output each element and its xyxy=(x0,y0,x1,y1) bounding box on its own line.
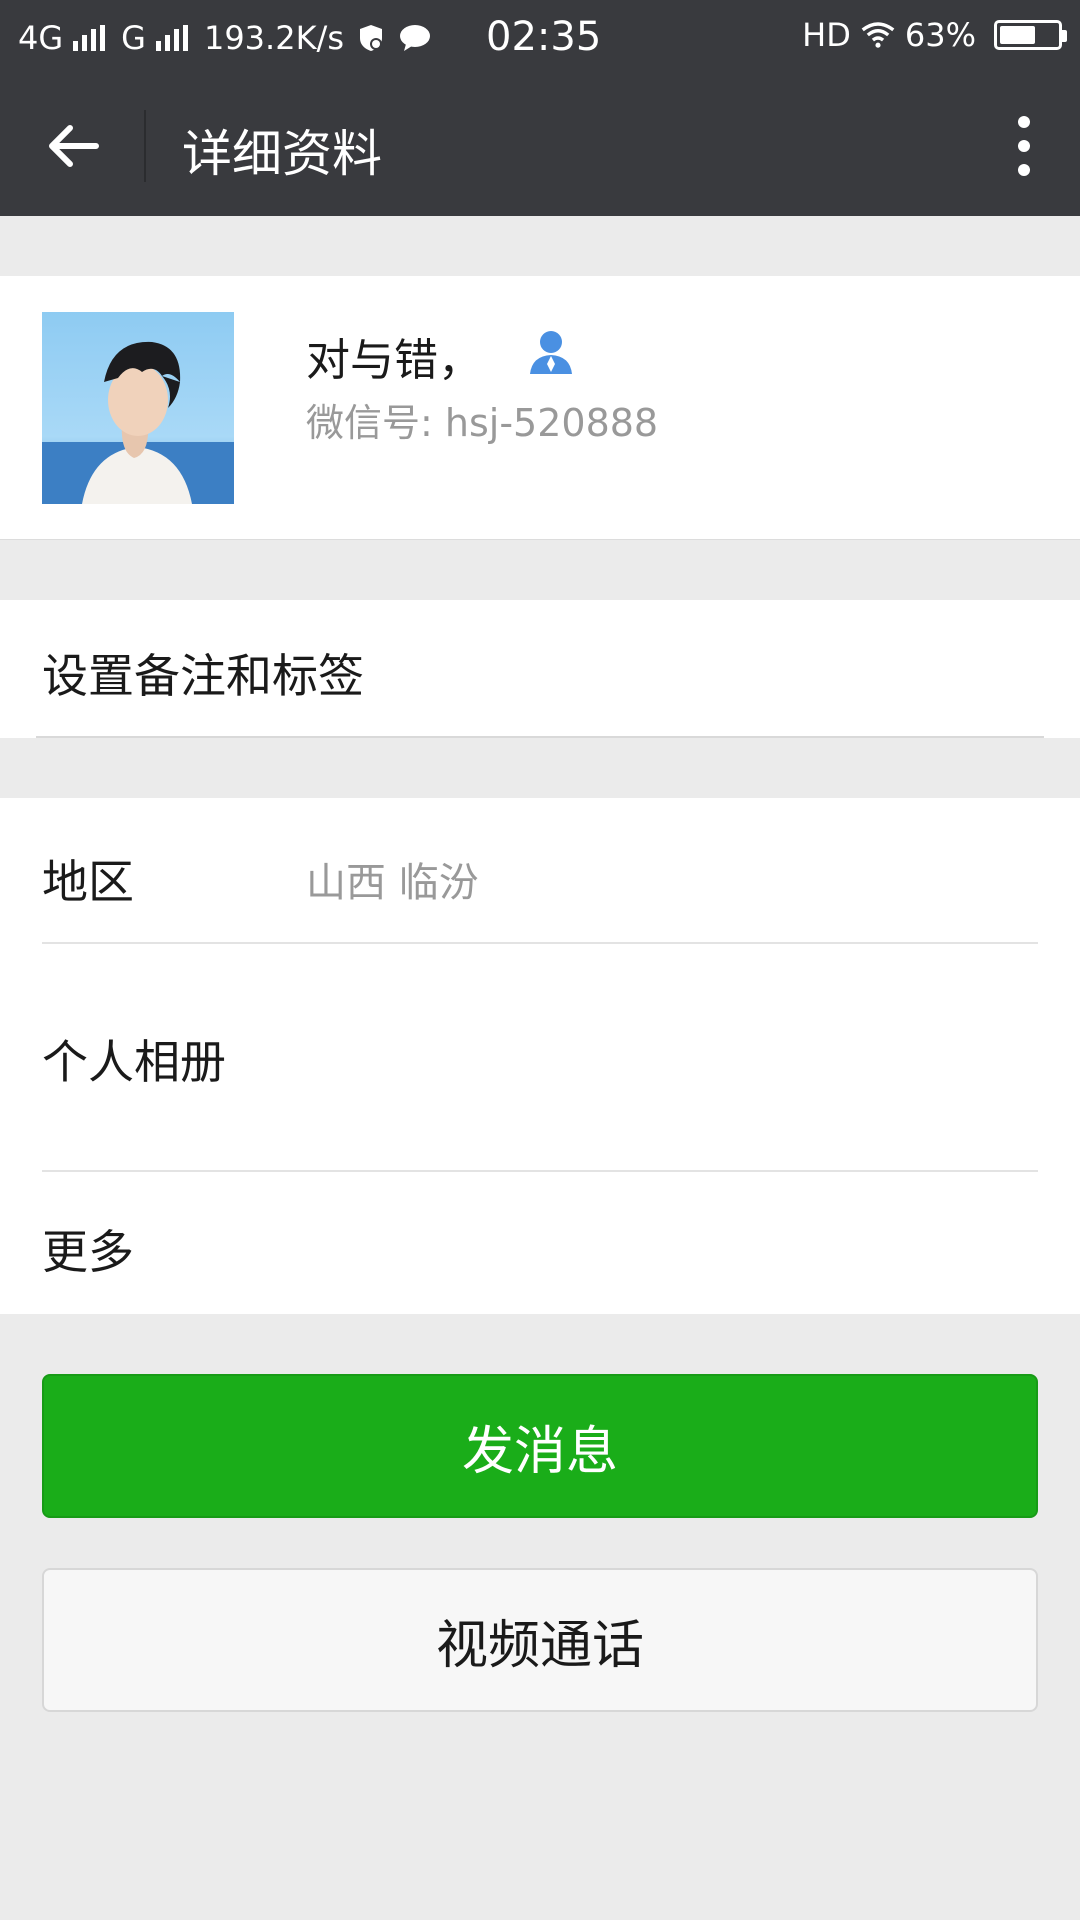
set-remark-and-tags-row[interactable]: 设置备注和标签 xyxy=(0,600,1080,738)
more-row[interactable]: 更多 xyxy=(0,1172,1080,1314)
battery-percent: 63% xyxy=(904,16,976,54)
status-time: 02:35 xyxy=(486,14,602,60)
more-options-button[interactable] xyxy=(996,106,1052,186)
more-label: 更多 xyxy=(42,1225,134,1279)
profile-name: 对与错， xyxy=(306,335,482,386)
signal-icon-2 xyxy=(155,25,188,51)
status-bar: 4G G 193.2K/s 02:35 HD 63% xyxy=(0,0,1080,76)
chat-bubble-icon xyxy=(398,21,432,55)
network-g-label: G xyxy=(121,19,146,57)
video-call-button[interactable]: 视频通话 xyxy=(42,1568,1038,1712)
set-remark-label: 设置备注和标签 xyxy=(42,649,364,703)
status-right: HD 63% xyxy=(802,16,1067,54)
info-group: 地区 山西 临汾 个人相册 更多 xyxy=(0,798,1080,1314)
contact-person-icon xyxy=(526,326,576,376)
personal-album-label: 个人相册 xyxy=(42,1035,226,1089)
divider xyxy=(36,736,1044,738)
profile-card: 对与错， 微信号: hsj-520888 xyxy=(0,276,1080,540)
personal-album-row[interactable]: 个人相册 xyxy=(0,944,1080,1170)
top-nav-bar: 详细资料 xyxy=(0,76,1080,216)
region-row: 地区 山西 临汾 xyxy=(0,798,1080,942)
battery-icon xyxy=(994,20,1067,50)
more-vertical-icon xyxy=(1018,116,1030,176)
shield-icon xyxy=(354,21,388,55)
send-message-button[interactable]: 发消息 xyxy=(42,1374,1038,1518)
region-value: 山西 临汾 xyxy=(306,860,479,906)
hd-label: HD xyxy=(802,16,851,54)
battery-fill xyxy=(1000,26,1035,44)
status-left: 4G G 193.2K/s xyxy=(18,19,432,57)
page-title: 详细资料 xyxy=(182,125,382,183)
network-4g-label: 4G xyxy=(18,19,64,57)
arrow-left-icon xyxy=(49,125,99,167)
avatar[interactable] xyxy=(42,312,234,504)
back-button[interactable] xyxy=(30,110,114,182)
wechat-id: 微信号: hsj-520888 xyxy=(306,401,659,445)
signal-icon xyxy=(73,25,106,51)
network-speed: 193.2K/s xyxy=(203,19,344,57)
region-label: 地区 xyxy=(42,855,134,909)
wifi-icon xyxy=(861,18,895,52)
nav-divider xyxy=(144,110,146,182)
